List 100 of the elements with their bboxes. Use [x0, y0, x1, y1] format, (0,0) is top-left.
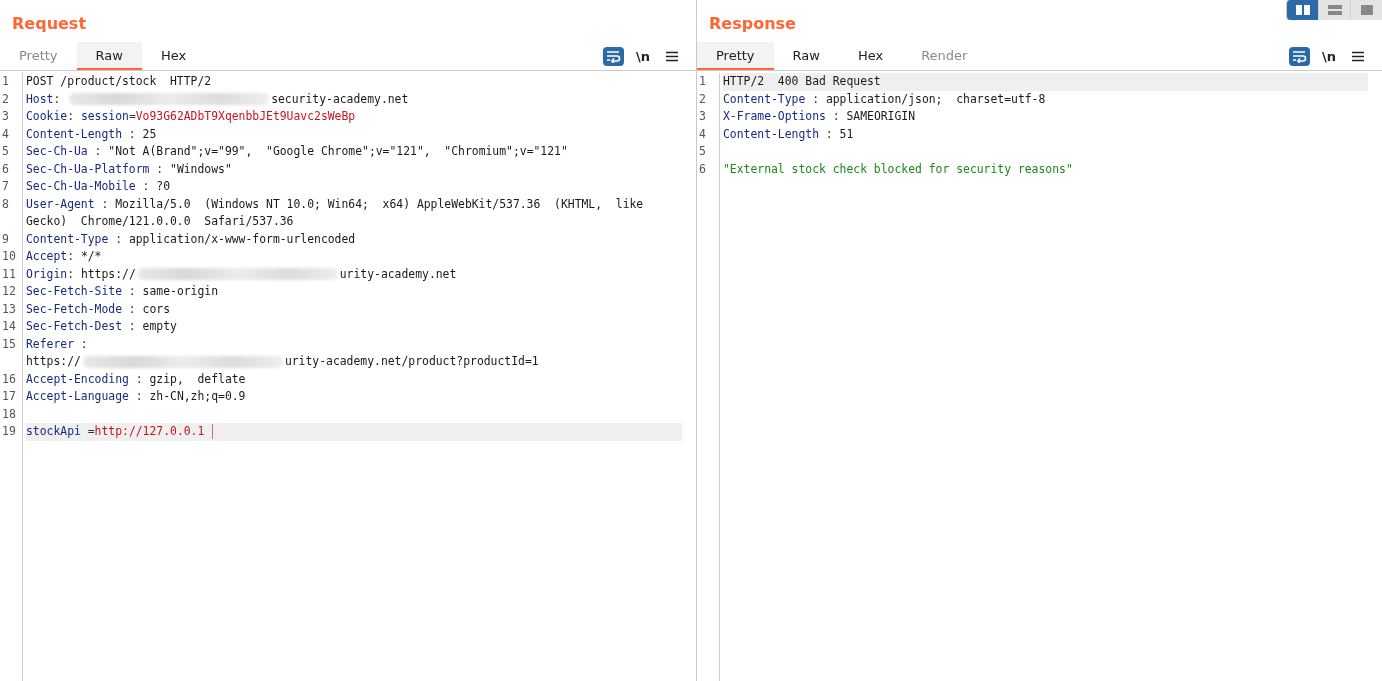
menu-icon [1352, 50, 1364, 62]
header-value: Gecko) Chrome/121.0.0.0 Safari/537.36 [26, 213, 294, 230]
header-value: Mozilla/5.0 (Windows NT 10.0; Win64; x64) AppleWebKit/537.36 (KHTML, like [115, 195, 644, 213]
header-name: Content-Type [26, 230, 109, 248]
line-number: 18 [1, 405, 17, 423]
header-name: Accept-Encoding [26, 370, 129, 388]
line-number: 8 [1, 195, 10, 213]
separator: : [127, 125, 137, 143]
header-value: https:// [80, 265, 136, 283]
header-name: Origin [26, 265, 68, 283]
separator: : [79, 335, 88, 353]
line-number: 3 [1, 108, 10, 125]
header-name: Content-Length [723, 125, 819, 143]
parameter-value: http://127.0.0.1 [94, 423, 205, 440]
line-number: 2 [698, 90, 707, 108]
newline-button[interactable]: \n [1314, 48, 1344, 64]
layout-button[interactable] [1286, 0, 1318, 20]
header-name: Sec-Fetch-Site [26, 283, 122, 300]
wrap-toggle-button[interactable] [1289, 46, 1310, 66]
header-name: Accept-Language [26, 388, 129, 405]
separator: : [53, 90, 62, 108]
header-value: SAMEORIGIN [846, 108, 916, 125]
separator: : [100, 195, 110, 213]
separator: : [67, 265, 75, 283]
line-number: 15 [1, 335, 17, 353]
separator: : [127, 283, 137, 300]
line-number: 10 [1, 248, 17, 265]
line-number: 9 [1, 230, 10, 248]
line-number: 13 [1, 300, 17, 318]
tab[interactable]: Raw [76, 42, 142, 70]
header-value: same-origin [142, 283, 219, 300]
wrap-icon [605, 49, 622, 63]
separator: : [127, 300, 137, 318]
separator: : [134, 370, 144, 388]
line-number: 12 [1, 283, 17, 300]
header-name: Content-Length [26, 125, 122, 143]
wrap-toggle-button[interactable] [603, 46, 624, 66]
line-number: 5 [698, 143, 707, 160]
parameter-name: stockApi [26, 423, 81, 440]
header-name: Referer [26, 335, 74, 353]
header-name: Sec-Fetch-Mode [26, 300, 122, 318]
header-value: HTTP/2 400 Bad Request [723, 73, 881, 90]
line-number: 6 [1, 160, 10, 178]
header-value: */* [80, 248, 102, 265]
separator: : [127, 318, 137, 335]
separator: : [67, 108, 75, 125]
layout-button[interactable] [1318, 0, 1350, 20]
tab[interactable]: Hex [838, 42, 903, 70]
header-name: Accept [26, 248, 68, 265]
separator: : [134, 388, 144, 405]
line-number: 2 [1, 90, 10, 108]
header-value: application/json; charset=utf-8 [825, 90, 1046, 108]
header-value: security-academy.net [271, 90, 409, 108]
header-name: User-Agent [26, 195, 95, 213]
header-value: "Not A(Brand";v="99", "Google Chrome";v="121", "Chromium";v="121" [108, 143, 568, 160]
header-value: cors [142, 300, 171, 318]
header-name: Sec-Ch-Ua [26, 143, 88, 160]
line-number: 6 [698, 160, 707, 178]
header-value: zh-CN,zh;q=0.9 [149, 388, 246, 405]
tab[interactable]: Hex [141, 42, 206, 70]
separator: = [128, 108, 136, 125]
parameter-name: session [80, 108, 129, 125]
code-editor[interactable]: 1 2 3 4 5 6 HTTP/2 400 Bad Request Content-Type : application/json; charset=utf-8 X-Frame-Options : SAMEORIGIN Content-Length : 51 "External stock check blocked for security reasons" [697, 71, 1382, 681]
menu-icon [666, 50, 678, 62]
newline-button[interactable]: \n [628, 48, 658, 64]
header-name: X-Frame-Options [723, 108, 826, 125]
header-value: POST /product/stock HTTP/2 [26, 73, 212, 90]
parameter-value: Vo93G62ADbT9XqenbbJEt9Uavc2sWeBp [135, 108, 356, 125]
body-text: "External stock check blocked for security reasons" [723, 160, 1073, 178]
line-number: 3 [698, 108, 707, 125]
header-name: Content-Type [723, 90, 806, 108]
header-name: Sec-Ch-Ua-Mobile [26, 178, 136, 195]
wrap-icon [1291, 49, 1308, 63]
header-name: Host [26, 90, 54, 108]
header-value: urity-academy.net/product?productId=1 [284, 353, 539, 370]
separator: : [811, 90, 820, 108]
rows-layout-icon [1326, 4, 1343, 16]
header-name: Cookie [26, 108, 68, 125]
header-value: urity-academy.net [339, 265, 457, 283]
line-number: 4 [698, 125, 707, 143]
layout-button[interactable] [1350, 0, 1382, 20]
columns-layout-icon [1294, 4, 1311, 16]
header-name: Sec-Fetch-Dest [26, 318, 122, 335]
separator: : [824, 125, 834, 143]
single-layout-icon [1358, 4, 1375, 16]
tab[interactable]: Pretty [697, 42, 774, 70]
header-value: "Windows" [170, 160, 232, 178]
tab[interactable]: Raw [773, 42, 839, 70]
header-value: 25 [142, 125, 157, 143]
header-value: https:// [26, 353, 81, 370]
text-cursor [212, 424, 214, 440]
line-number: 4 [1, 125, 10, 143]
separator: : [831, 108, 841, 125]
line-number: 11 [1, 265, 17, 283]
header-name: Sec-Ch-Ua-Platform [26, 160, 150, 178]
separator: = [86, 423, 95, 440]
separator: : [141, 178, 151, 195]
line-number: 17 [1, 388, 17, 405]
line-number: 1 [1, 73, 10, 90]
line-number: 5 [1, 143, 10, 160]
